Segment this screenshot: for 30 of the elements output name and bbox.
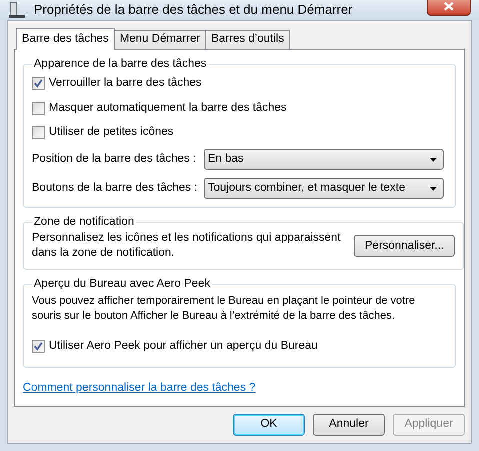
help-link[interactable]: Comment personnaliser la barre des tâches ? xyxy=(23,380,256,397)
caret-icon xyxy=(430,158,437,162)
description-text: Personnalisez les icônes et les notifications qui apparaissent dans la zone de notification. xyxy=(32,231,342,262)
tab[interactable]: Menu Démarrer xyxy=(114,30,206,49)
tab[interactable]: Barre des tâches xyxy=(16,28,115,50)
customize-button[interactable]: Personnaliser... xyxy=(354,235,456,258)
group-title: Apparence de la barre des tâches xyxy=(33,57,208,72)
checkbox[interactable] xyxy=(32,102,45,115)
description-text: Vous pouvez afficher temporairement le Bureau en plaçant le pointeur de votre souris sur le bouton Afficher le Bureau à l’extrémité de la barre des tâches. xyxy=(32,294,416,324)
checkbox-label: Verrouiller la barre des tâches xyxy=(49,76,202,92)
dropdown[interactable]: Toujours combiner, et masquer le texte xyxy=(204,178,444,199)
caret-icon xyxy=(430,186,437,190)
dropdown-label: Position de la barre des tâches : xyxy=(32,152,198,167)
checkbox-label: Utiliser Aero Peek pour afficher un aperçu du Bureau xyxy=(49,338,318,354)
tab[interactable]: Barres d’outils xyxy=(205,30,290,49)
checkbox[interactable] xyxy=(32,340,45,353)
dropdown[interactable]: En bas xyxy=(204,149,444,170)
dialog-button[interactable]: OK xyxy=(233,414,305,436)
close-button[interactable] xyxy=(427,0,471,16)
window-title: Propriétés de la barre des tâches et du menu Démarrer xyxy=(34,1,354,20)
checkbox[interactable] xyxy=(32,126,45,139)
dropdown-label: Boutons de la barre des tâches : xyxy=(32,180,199,196)
close-icon xyxy=(444,2,454,10)
group-title: Zone de notification xyxy=(33,215,136,230)
dialog-button[interactable]: Annuler xyxy=(313,414,385,436)
group-title: Aperçu du Bureau avec Aero Peek xyxy=(33,277,212,292)
window-icon xyxy=(8,1,26,19)
checkbox-label: Utiliser de petites icônes xyxy=(49,124,174,140)
checkbox-label: Masquer automatiquement la barre des tâches xyxy=(49,100,287,116)
checkbox[interactable] xyxy=(32,77,45,90)
